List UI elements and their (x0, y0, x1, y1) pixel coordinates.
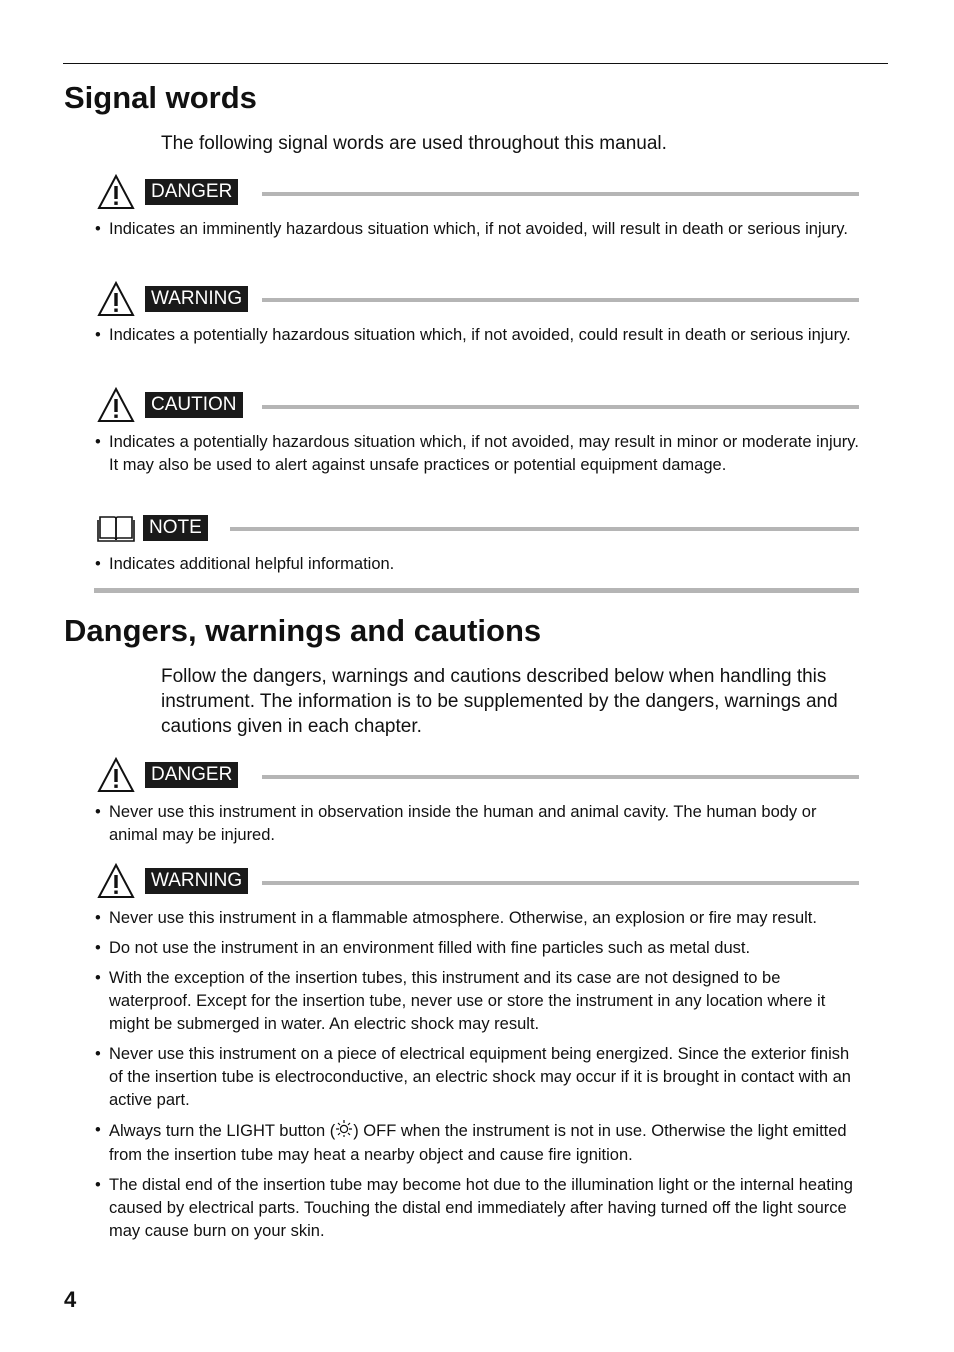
signal-label: CAUTION (145, 392, 243, 418)
signal-caution-bullets: Indicates a potentially hazardous situat… (95, 431, 860, 484)
signal-note-bullets: Indicates additional helpful information… (95, 553, 860, 583)
bullet-item: Never use this instrument in observation… (95, 801, 860, 847)
bullet-item: With the exception of the insertion tube… (95, 967, 860, 1036)
bullet-item: Indicates a potentially hazardous situat… (95, 431, 860, 477)
signal-divider (230, 527, 859, 531)
bullet-item: The distal end of the insertion tube may… (95, 1174, 860, 1243)
bullet-text-before: Always turn the LIGHT button ( (109, 1121, 336, 1140)
signal-label: NOTE (143, 515, 208, 541)
signal-warning-bullets: Indicates a potentially hazardous situat… (95, 324, 860, 354)
light-sun-icon (335, 1119, 353, 1144)
signal-danger-header: DANGER (97, 174, 239, 210)
bullet-item: Always turn the LIGHT button () OFF when… (95, 1119, 860, 1167)
bullet-item: Indicates an imminently hazardous situat… (95, 218, 860, 241)
signal-label: WARNING (145, 286, 249, 312)
signal-note-header: NOTE (97, 510, 208, 546)
warning-triangle-icon (97, 174, 135, 210)
warning-triangle-icon (97, 281, 135, 317)
signal-divider (262, 405, 859, 409)
section-intro: The following signal words are used thro… (161, 133, 667, 154)
signal-caution-header: CAUTION (97, 387, 243, 423)
signal-warning-bullets: Never use this instrument in a flammable… (95, 907, 860, 1250)
section-end-rule (94, 588, 859, 593)
section-title-dangers-warnings-cautions: Dangers, warnings and cautions (64, 613, 542, 648)
signal-divider (262, 192, 859, 196)
signal-warning-header: WARNING (97, 863, 249, 899)
warning-triangle-icon (97, 387, 135, 423)
signal-divider (262, 775, 859, 779)
section-title-signal-words: Signal words (64, 80, 257, 115)
bullet-item: Never use this instrument on a piece of … (95, 1043, 860, 1112)
bullet-item: Never use this instrument in a flammable… (95, 907, 860, 930)
section-intro: Follow the dangers, warnings and caution… (161, 666, 838, 737)
signal-danger-header: DANGER (97, 757, 239, 793)
warning-triangle-icon (97, 863, 135, 899)
signal-label: WARNING (145, 868, 249, 894)
bullet-item: Indicates additional helpful information… (95, 553, 860, 576)
header-rule (63, 63, 888, 64)
bullet-item: Do not use the instrument in an environm… (95, 937, 860, 960)
signal-label: DANGER (145, 762, 239, 788)
signal-danger-bullets: Never use this instrument in observation… (95, 801, 860, 854)
signal-danger-bullets: Indicates an imminently hazardous situat… (95, 218, 860, 248)
bullet-item: Indicates a potentially hazardous situat… (95, 324, 860, 347)
page-number: 4 (64, 1287, 77, 1312)
signal-label: DANGER (145, 179, 239, 205)
signal-warning-header: WARNING (97, 281, 249, 317)
signal-divider (262, 298, 859, 302)
warning-triangle-icon (97, 757, 135, 793)
signal-divider (262, 881, 859, 885)
open-book-icon (97, 510, 135, 546)
